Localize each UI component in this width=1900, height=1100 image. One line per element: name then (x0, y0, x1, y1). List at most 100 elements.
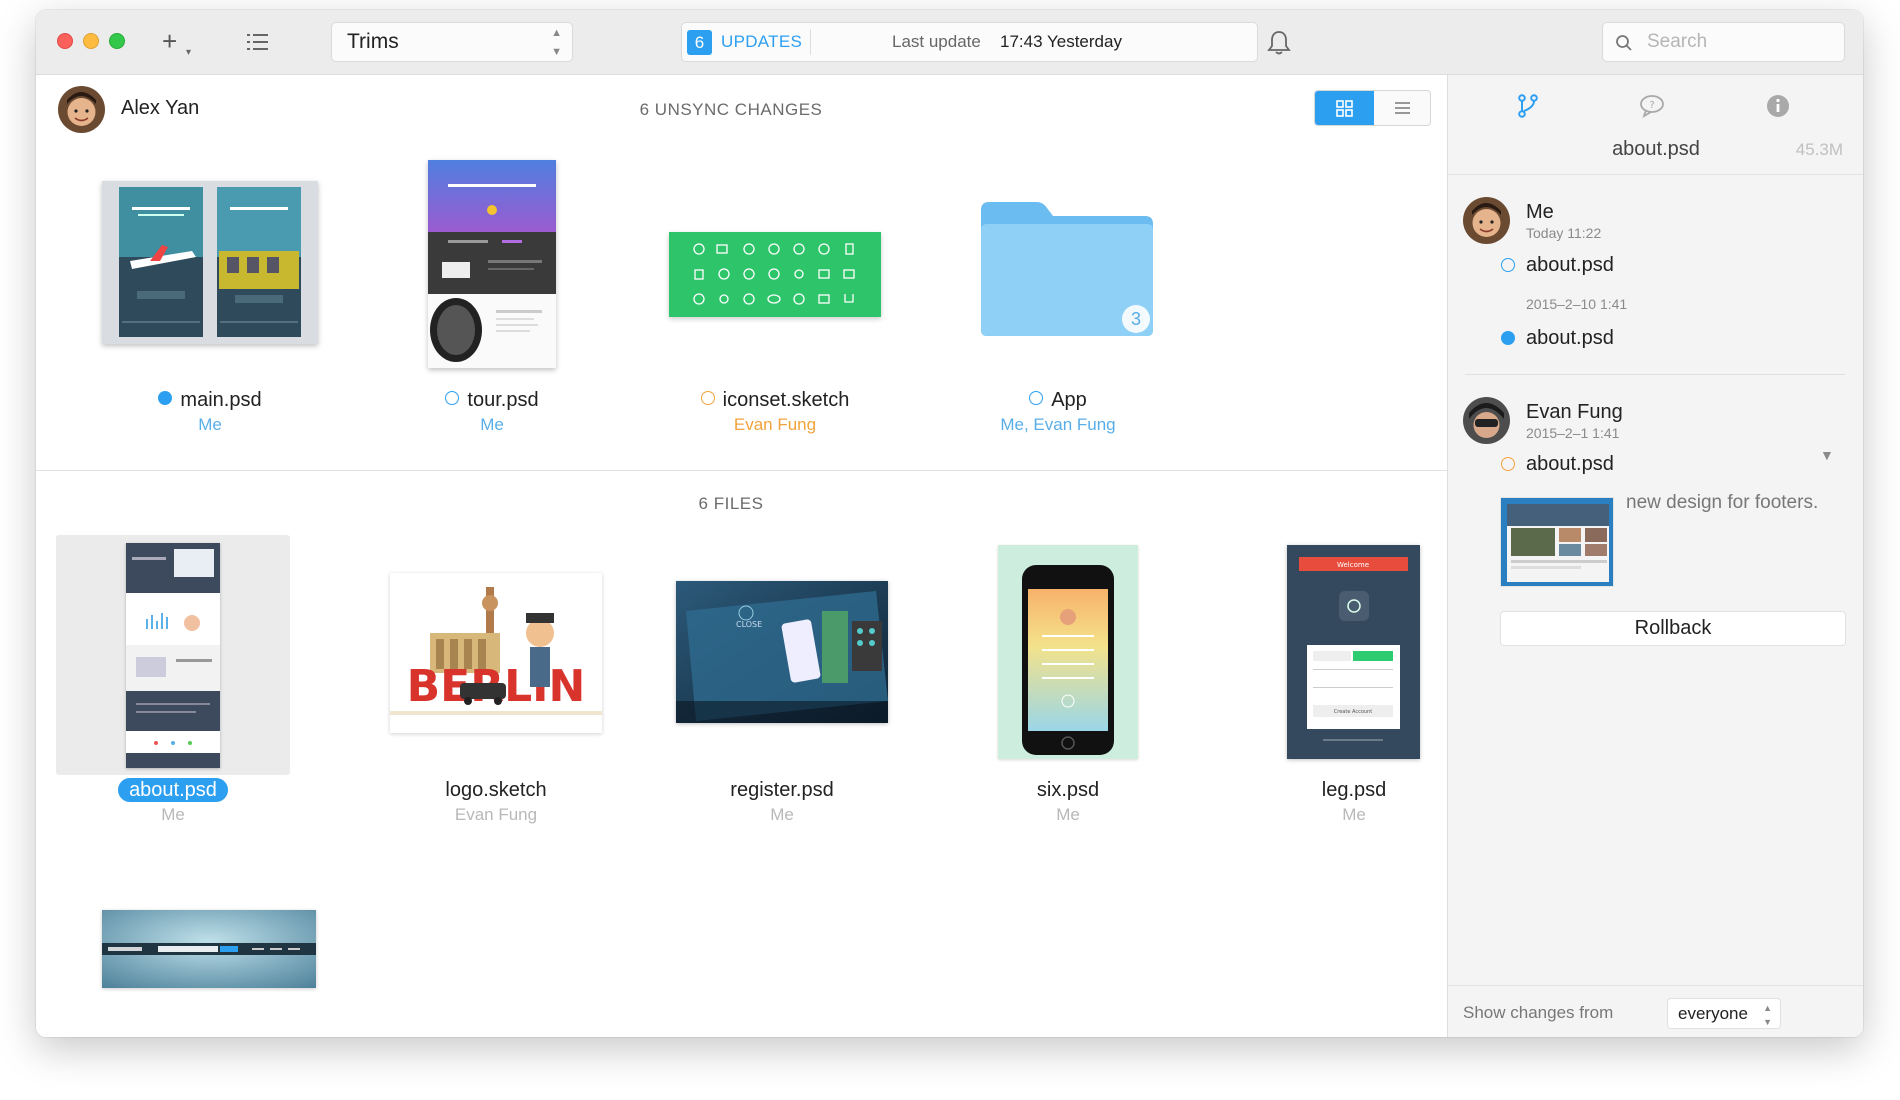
bell-icon[interactable] (1267, 30, 1291, 56)
add-menu-button[interactable]: + ▾ (162, 26, 202, 58)
history-date: 2015–2–1 1:41 (1526, 425, 1620, 441)
inspector-sidebar: ? about.psd 45.3M Me Today 11:22 about.p… (1447, 75, 1863, 1037)
history-version-file[interactable]: about.psd (1526, 254, 1614, 277)
file-item-leg-psd[interactable]: Welcome Create Account leg.psd Me (1244, 535, 1464, 825)
file-name-row: App (948, 389, 1168, 412)
user-name: Alex Yan (121, 97, 200, 119)
version-unsynced-dot-icon (1501, 258, 1515, 272)
last-update-time: 17:43 Yesterday (1000, 32, 1122, 51)
version-synced-dot-icon (1501, 331, 1515, 345)
file-thumbnail (102, 910, 316, 988)
updates-count-badge[interactable]: 6 (687, 30, 712, 55)
toolbar: + ▾ Trims ▲ ▼ 6 UPDATES Last update 17:43 … (36, 10, 1863, 75)
unsynced-dot-icon (1029, 391, 1044, 405)
sidebar-footer: Show changes from everyone ▲ ▼ (1448, 985, 1863, 1037)
tab-info[interactable] (1763, 91, 1793, 121)
inspector-tabs: ? about.psd 45.3M (1448, 75, 1863, 175)
unsync-item-iconset-sketch[interactable]: iconset.sketch Evan Fung (665, 160, 885, 450)
svg-text:?: ? (1649, 100, 1654, 111)
history-author: Me (1526, 201, 1554, 223)
search-icon (1616, 35, 1632, 51)
divider (1465, 374, 1845, 375)
file-name: tour.psd (467, 389, 539, 411)
file-name: iconset.sketch (722, 389, 850, 411)
file-owner: Me (161, 805, 185, 824)
file-owner: Me (198, 415, 222, 434)
file-thumbnail (126, 543, 220, 768)
chevron-down-icon: ▾ (186, 47, 192, 58)
last-update-label: Last update (892, 32, 981, 51)
show-changes-label: Show changes from (1463, 1003, 1614, 1022)
info-icon (1767, 95, 1789, 117)
history-version-file[interactable]: about.psd (1526, 453, 1614, 476)
file-thumbnail (428, 160, 556, 368)
file-thumbnail: BERLIN (390, 573, 602, 733)
file-owner: Evan Fung (454, 805, 538, 824)
unsynced-dot-icon (700, 391, 715, 405)
unsync-item-app-folder[interactable]: 3 App Me, Evan Fung (948, 160, 1168, 450)
inspector-file-size: 45.3M (1795, 140, 1843, 159)
project-select[interactable]: Trims ▲ ▼ (331, 22, 573, 62)
unsync-item-tour-psd[interactable]: tour.psd Me (382, 160, 602, 450)
register-art-text: CLOSE (736, 620, 762, 629)
file-name: about.psd (118, 778, 228, 802)
file-name-row: tour.psd (382, 389, 602, 412)
search-field[interactable] (1602, 22, 1845, 62)
avatar[interactable] (58, 86, 105, 133)
file-owner: Me, Evan Fung (1000, 415, 1116, 434)
project-select-value: Trims (347, 30, 399, 53)
list-icon[interactable] (247, 32, 269, 52)
unsync-item-main-psd[interactable]: main.psd Me (100, 160, 320, 450)
triangle-down-icon[interactable]: ▼ (1820, 447, 1834, 463)
grid-icon (1336, 100, 1353, 117)
file-thumbnail (102, 181, 318, 344)
changes-filter-value: everyone (1678, 1004, 1748, 1023)
file-thumbnail: CLOSE (676, 581, 888, 723)
file-owner: Me (480, 415, 504, 434)
updates-status: 6 UPDATES Last update 17:43 Yesterday (681, 22, 1258, 62)
view-toggle (1314, 90, 1431, 126)
file-name: six.psd (1036, 779, 1100, 801)
unsync-changes-title: 6 UNSYNC CHANGES (639, 100, 823, 119)
list-icon (1395, 102, 1410, 114)
file-item-six-psd[interactable]: six.psd Me (958, 535, 1178, 825)
updown-chevron-icon: ▲ ▼ (1763, 1003, 1772, 1027)
file-item-register-psd[interactable]: CLOSE register.psd Me (672, 535, 892, 825)
file-name-row: main.psd (100, 389, 320, 412)
file-name: logo.sketch (445, 779, 547, 801)
file-owner: Me (1342, 805, 1366, 824)
file-owner: Evan Fung (733, 415, 817, 434)
main-content: Alex Yan 6 UNSYNC CHANGES main.psd Me to… (36, 75, 1447, 1037)
tab-comments[interactable]: ? (1637, 91, 1667, 121)
folder-icon: 3 (977, 198, 1157, 338)
file-name: main.psd (180, 389, 262, 411)
file-item-banner[interactable] (102, 910, 322, 990)
plus-icon: + (162, 26, 178, 56)
search-input[interactable] (1647, 29, 1832, 55)
file-name: leg.psd (1321, 779, 1387, 801)
rollback-button[interactable]: Rollback (1500, 611, 1846, 646)
file-name-row: iconset.sketch (665, 389, 885, 412)
avatar (1463, 397, 1510, 444)
close-window-button[interactable] (57, 33, 73, 49)
leg-art-button: Create Account (1334, 709, 1372, 715)
grid-view-button[interactable] (1315, 91, 1374, 125)
zoom-window-button[interactable] (109, 33, 125, 49)
file-thumbnail (998, 545, 1138, 759)
history-date: 2015–2–10 1:41 (1526, 296, 1628, 312)
file-item-logo-sketch[interactable]: BERLIN logo.sketch Evan Fung (386, 535, 606, 825)
list-view-button[interactable] (1374, 91, 1430, 125)
tab-history[interactable] (1513, 91, 1543, 121)
branch-icon (1518, 94, 1538, 118)
file-item-about-psd[interactable]: about.psd Me (56, 535, 290, 825)
history-version-file[interactable]: about.psd (1526, 327, 1614, 350)
history-author: Evan Fung (1526, 401, 1623, 423)
leg-art-title: Welcome (1337, 561, 1369, 569)
synced-dot-icon (158, 391, 173, 405)
changes-filter-select[interactable]: everyone ▲ ▼ (1667, 998, 1781, 1029)
file-name: App (1051, 389, 1087, 411)
file-name: register.psd (730, 779, 834, 801)
minimize-window-button[interactable] (83, 33, 99, 49)
comment-attachment-thumbnail[interactable] (1500, 497, 1614, 587)
updates-link[interactable]: UPDATES (721, 23, 802, 61)
